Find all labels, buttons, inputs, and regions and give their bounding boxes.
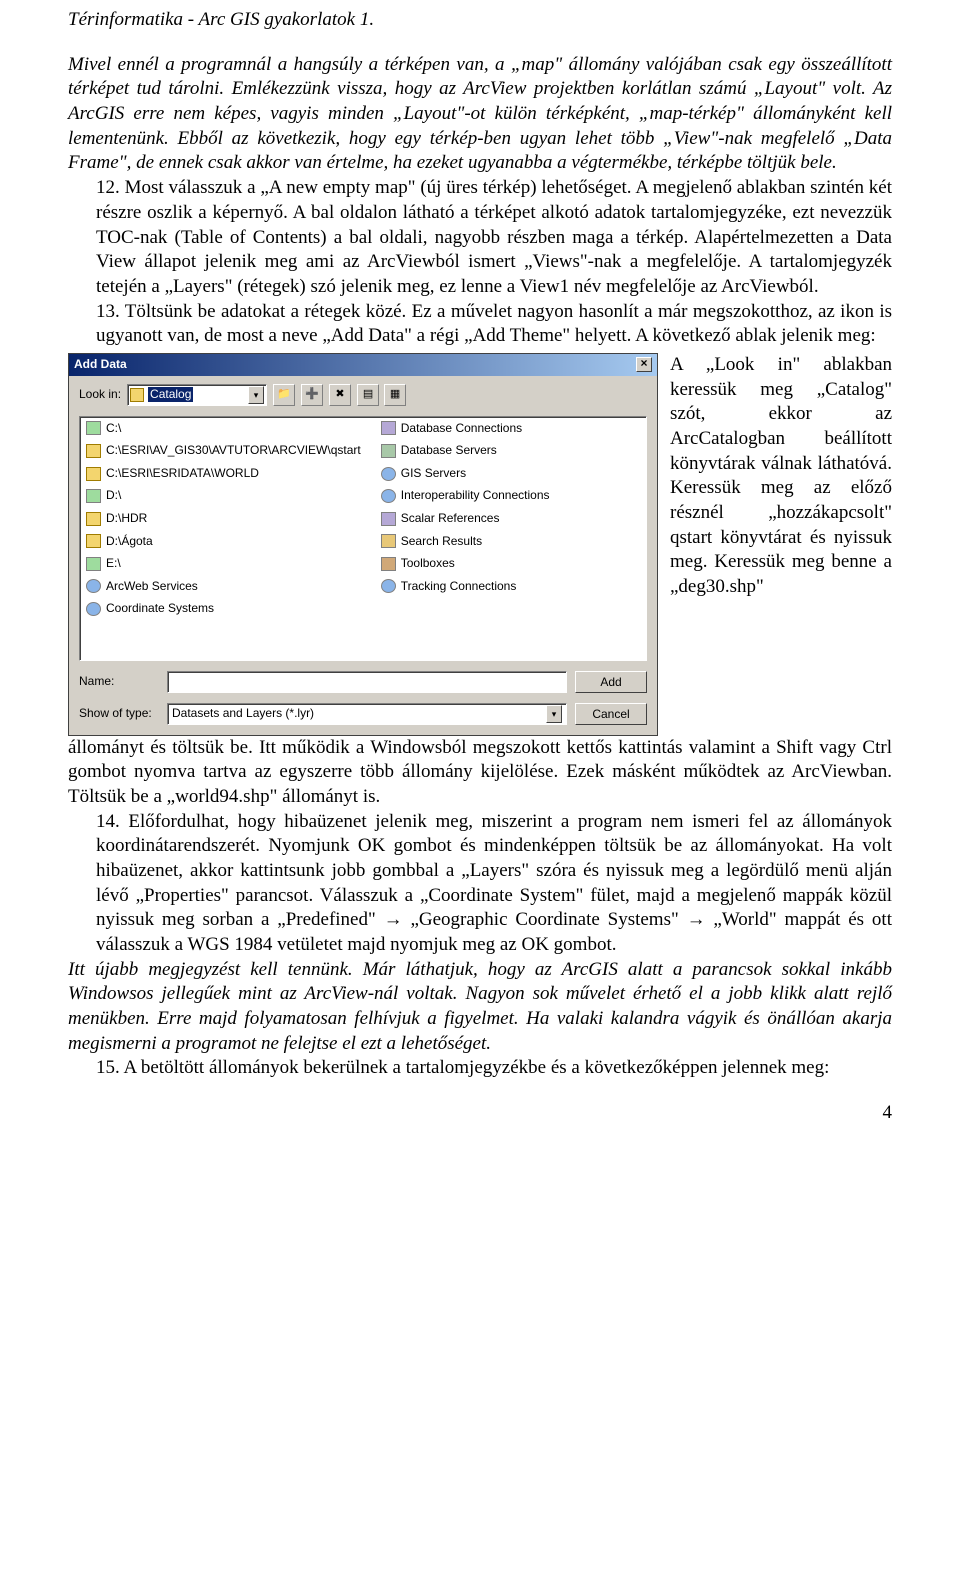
- catalog-icon: [130, 388, 144, 402]
- globe-icon: [381, 467, 396, 481]
- page-number: 4: [68, 1101, 892, 1126]
- list-item[interactable]: Coordinate Systems: [86, 601, 361, 617]
- globe-icon: [381, 489, 396, 503]
- list-item-label: Interoperability Connections: [401, 488, 550, 504]
- connect-folder-button[interactable]: ➕: [301, 384, 323, 406]
- list-item[interactable]: D:\: [86, 488, 361, 504]
- item-13: 13. Töltsünk be adatokat a rétegek közé.…: [96, 300, 892, 349]
- add-data-dialog: Add Data × Look in: Catalog ▾ 📁 ➕ ✖ ▤ ▦ …: [68, 353, 658, 736]
- up-folder-button[interactable]: 📁: [273, 384, 295, 406]
- drive-icon: [86, 557, 101, 571]
- close-button[interactable]: ×: [636, 357, 652, 372]
- drive-icon: [86, 489, 101, 503]
- list-item-label: Search Results: [401, 534, 482, 550]
- item-14: 14. Előfordulhat, hogy hibaüzenet jeleni…: [96, 810, 892, 958]
- tool-icon: [381, 557, 396, 571]
- list-item[interactable]: Scalar References: [381, 511, 550, 527]
- list-item-label: D:\: [106, 488, 121, 504]
- list-item[interactable]: C:\ESRI\ESRIDATA\WORLD: [86, 466, 361, 482]
- side-paragraph: A „Look in" ablakban keressük meg „Catal…: [658, 353, 892, 600]
- list-item[interactable]: Database Connections: [381, 421, 550, 437]
- list-item-label: Toolboxes: [401, 556, 455, 572]
- intro-paragraph: Mivel ennél a programnál a hangsúly a té…: [68, 53, 892, 176]
- detail-view-button[interactable]: ▦: [384, 384, 406, 406]
- folder-icon: [86, 467, 101, 481]
- name-label: Name:: [79, 674, 159, 690]
- item-15: 15. A betöltött állományok bekerülnek a …: [96, 1056, 892, 1081]
- list-item[interactable]: C:\: [86, 421, 361, 437]
- globe-icon: [86, 602, 101, 616]
- list-item[interactable]: Interoperability Connections: [381, 488, 550, 504]
- lookin-value: Catalog: [148, 387, 193, 403]
- file-list[interactable]: C:\ C:\ESRI\AV_GIS30\AVTUTOR\ARCVIEW\qsta…: [79, 416, 647, 661]
- list-item[interactable]: Toolboxes: [381, 556, 550, 572]
- page-header: Térinformatika - Arc GIS gyakorlatok 1.: [68, 8, 892, 33]
- server-icon: [381, 444, 396, 458]
- list-item[interactable]: D:\Ágota: [86, 534, 361, 550]
- globe-icon: [381, 579, 396, 593]
- list-item-label: Scalar References: [401, 511, 500, 527]
- lookin-label: Look in:: [79, 387, 121, 403]
- search-icon: [381, 534, 396, 548]
- dialog-titlebar: Add Data ×: [69, 354, 657, 376]
- list-view-button[interactable]: ▤: [357, 384, 379, 406]
- list-item-label: GIS Servers: [401, 466, 466, 482]
- list-item[interactable]: Database Servers: [381, 443, 550, 459]
- remark-paragraph: Itt újabb megjegyzést kell tennünk. Már …: [68, 958, 892, 1057]
- chevron-down-icon[interactable]: ▾: [248, 386, 264, 404]
- folder-icon: [86, 444, 101, 458]
- globe-icon: [86, 579, 101, 593]
- db-icon: [381, 421, 396, 435]
- list-item-label: D:\Ágota: [106, 534, 153, 550]
- list-item-label: C:\ESRI\ESRIDATA\WORLD: [106, 466, 259, 482]
- list-item-label: ArcWeb Services: [106, 579, 198, 595]
- list-item-label: Database Servers: [401, 443, 497, 459]
- type-combo[interactable]: Datasets and Layers (*.lyr) ▾: [167, 703, 567, 725]
- list-item[interactable]: D:\HDR: [86, 511, 361, 527]
- folder-icon: [86, 534, 101, 548]
- drive-icon: [86, 421, 101, 435]
- disconnect-folder-button[interactable]: ✖: [329, 384, 351, 406]
- type-label: Show of type:: [79, 706, 159, 722]
- list-item[interactable]: Search Results: [381, 534, 550, 550]
- name-input[interactable]: [167, 671, 567, 693]
- add-button[interactable]: Add: [575, 671, 647, 693]
- cancel-button[interactable]: Cancel: [575, 703, 647, 725]
- list-item-label: D:\HDR: [106, 511, 147, 527]
- folder-icon: [86, 512, 101, 526]
- list-item-label: C:\ESRI\AV_GIS30\AVTUTOR\ARCVIEW\qstart: [106, 443, 361, 459]
- db-icon: [381, 512, 396, 526]
- list-item[interactable]: ArcWeb Services: [86, 579, 361, 595]
- dialog-title: Add Data: [74, 357, 127, 373]
- list-item[interactable]: Tracking Connections: [381, 579, 550, 595]
- lookin-combo[interactable]: Catalog ▾: [127, 384, 267, 406]
- list-item[interactable]: C:\ESRI\AV_GIS30\AVTUTOR\ARCVIEW\qstart: [86, 443, 361, 459]
- list-item[interactable]: GIS Servers: [381, 466, 550, 482]
- after-dialog-paragraph: állományt és töltsük be. Itt működik a W…: [68, 736, 892, 810]
- list-item[interactable]: E:\: [86, 556, 361, 572]
- item-12: 12. Most válasszuk a „A new empty map" (…: [96, 176, 892, 299]
- list-item-label: Database Connections: [401, 421, 522, 437]
- list-item-label: Coordinate Systems: [106, 601, 214, 617]
- list-item-label: Tracking Connections: [401, 579, 517, 595]
- chevron-down-icon[interactable]: ▾: [546, 705, 562, 723]
- list-item-label: E:\: [106, 556, 121, 572]
- list-item-label: C:\: [106, 421, 121, 437]
